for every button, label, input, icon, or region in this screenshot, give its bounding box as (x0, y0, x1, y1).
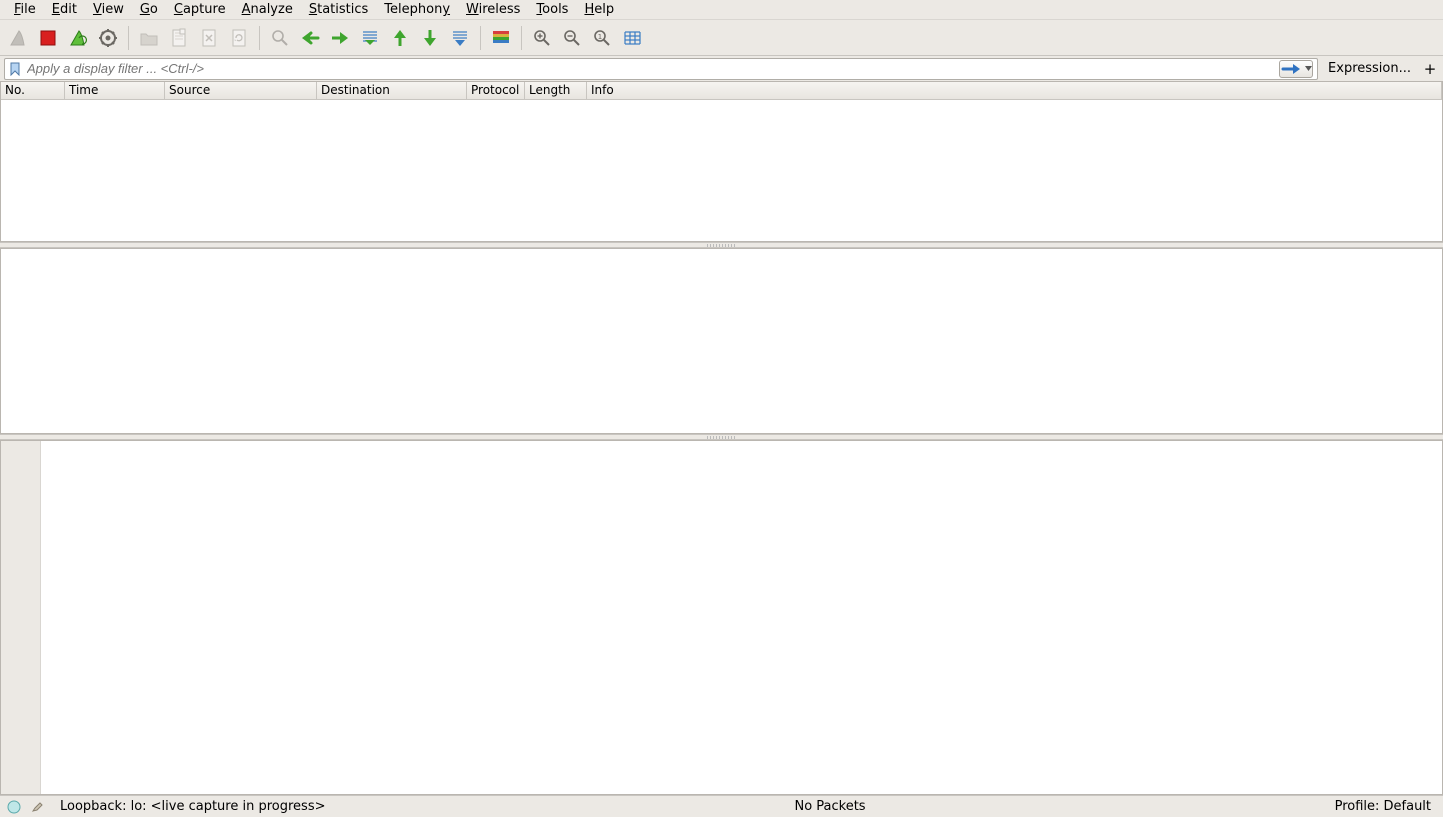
arrow-up-icon (392, 28, 408, 48)
menu-telephony[interactable]: Telephony (376, 0, 458, 19)
column-header-source[interactable]: Source (165, 82, 317, 99)
bytes-offset-gutter (1, 441, 41, 794)
menu-statistics[interactable]: Statistics (301, 0, 376, 19)
zoom-in-icon (532, 28, 552, 48)
zoom-out-button[interactable] (558, 24, 586, 52)
toolbar-separator (480, 26, 481, 50)
menu-capture[interactable]: Capture (166, 0, 234, 19)
save-icon (170, 28, 188, 48)
menu-edit[interactable]: Edit (44, 0, 85, 19)
auto-scroll-button[interactable] (446, 24, 474, 52)
colorize-button[interactable] (487, 24, 515, 52)
packet-bytes-pane (0, 440, 1443, 795)
stop-icon (39, 29, 57, 47)
capture-file-comment-icon[interactable] (30, 799, 46, 815)
expert-info-icon[interactable] (6, 799, 22, 815)
jump-to-icon (360, 29, 380, 47)
apply-filter-button[interactable] (1279, 60, 1313, 78)
column-header-destination[interactable]: Destination (317, 82, 467, 99)
status-bar: Loopback: lo: <live capture in progress>… (0, 795, 1443, 817)
go-last-button[interactable] (416, 24, 444, 52)
zoom-reset-button[interactable]: 1 (588, 24, 616, 52)
display-filter-input[interactable] (23, 59, 1279, 78)
add-filter-button[interactable]: + (1421, 60, 1439, 78)
display-filter-field[interactable] (4, 58, 1318, 80)
colorize-icon (491, 29, 511, 47)
status-profile-text[interactable]: Profile: Default (1329, 799, 1437, 814)
column-header-no[interactable]: No. (1, 82, 65, 99)
close-file-icon (200, 28, 218, 48)
arrow-apply-icon (1281, 63, 1303, 75)
folder-icon (139, 29, 159, 47)
status-interface-text: Loopback: lo: <live capture in progress> (54, 799, 331, 814)
toolbar-separator (259, 26, 260, 50)
display-filter-bar: Expression... + (0, 56, 1443, 82)
packet-list-body[interactable] (1, 100, 1442, 241)
save-file-button[interactable] (165, 24, 193, 52)
svg-text:1: 1 (598, 33, 602, 41)
stop-capture-button[interactable] (34, 24, 62, 52)
reload-button[interactable] (225, 24, 253, 52)
find-button[interactable] (266, 24, 294, 52)
column-header-length[interactable]: Length (525, 82, 587, 99)
capture-options-button[interactable] (94, 24, 122, 52)
column-header-info[interactable]: Info (587, 82, 1442, 99)
menu-go[interactable]: Go (132, 0, 166, 19)
expression-button[interactable]: Expression... (1322, 61, 1417, 76)
start-capture-button[interactable] (4, 24, 32, 52)
menu-wireless[interactable]: Wireless (458, 0, 528, 19)
gear-icon (98, 28, 118, 48)
zoom-out-icon (562, 28, 582, 48)
packet-list-pane: No. Time Source Destination Protocol Len… (0, 82, 1443, 242)
columns-icon (622, 29, 642, 47)
menu-tools[interactable]: Tools (528, 0, 576, 19)
zoom-in-button[interactable] (528, 24, 556, 52)
arrow-left-icon (300, 30, 320, 46)
menu-analyze[interactable]: Analyze (234, 0, 301, 19)
bookmark-icon[interactable] (7, 62, 23, 76)
go-back-button[interactable] (296, 24, 324, 52)
splitter-1[interactable] (0, 242, 1443, 248)
column-header-protocol[interactable]: Protocol (467, 82, 525, 99)
main-toolbar: 1 (0, 20, 1443, 56)
status-packets-text: No Packets (788, 799, 871, 814)
reload-icon (230, 28, 248, 48)
close-file-button[interactable] (195, 24, 223, 52)
autoscroll-icon (450, 28, 470, 48)
go-to-packet-button[interactable] (356, 24, 384, 52)
shark-fin-icon (8, 28, 28, 48)
restart-fin-icon (68, 28, 88, 48)
go-first-button[interactable] (386, 24, 414, 52)
zoom-reset-icon: 1 (592, 28, 612, 48)
arrow-right-icon (330, 30, 350, 46)
menu-help[interactable]: Help (576, 0, 622, 19)
menu-view[interactable]: View (85, 0, 132, 19)
dropdown-caret-icon (1305, 66, 1312, 72)
menu-bar: File Edit View Go Capture Analyze Statis… (0, 0, 1443, 20)
search-icon (270, 28, 290, 48)
packet-details-pane[interactable] (0, 248, 1443, 434)
toolbar-separator (521, 26, 522, 50)
packet-list-headers: No. Time Source Destination Protocol Len… (1, 82, 1442, 100)
open-file-button[interactable] (135, 24, 163, 52)
go-forward-button[interactable] (326, 24, 354, 52)
toolbar-separator (128, 26, 129, 50)
arrow-down-icon (422, 28, 438, 48)
bytes-hex-area[interactable] (41, 441, 1442, 794)
restart-capture-button[interactable] (64, 24, 92, 52)
splitter-2[interactable] (0, 434, 1443, 440)
resize-columns-button[interactable] (618, 24, 646, 52)
menu-file[interactable]: File (6, 0, 44, 19)
column-header-time[interactable]: Time (65, 82, 165, 99)
